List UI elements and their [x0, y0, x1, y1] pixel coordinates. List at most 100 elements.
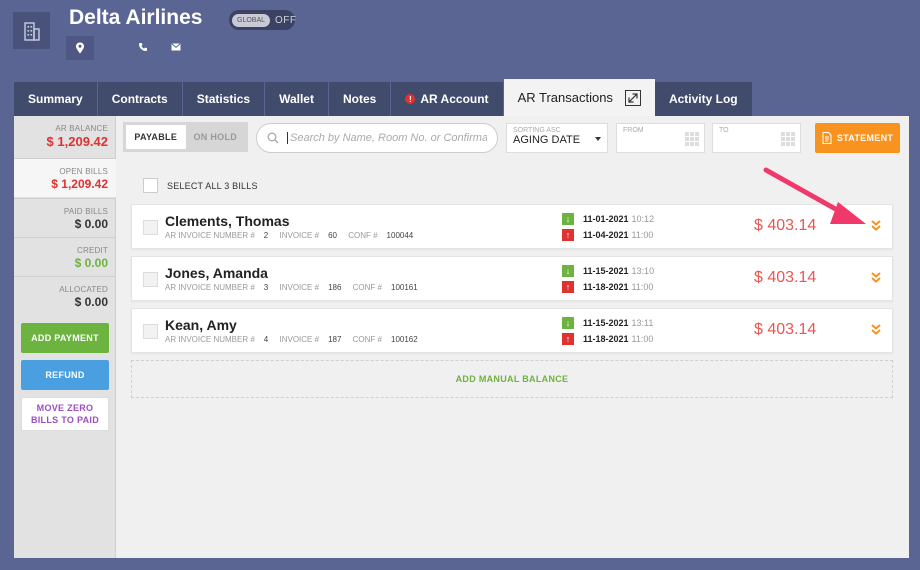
tab-ar-account[interactable]: ! AR Account	[391, 82, 504, 116]
arrival-time: 13:10	[631, 266, 655, 276]
phone-icon[interactable]	[137, 41, 149, 53]
bill-status-segmented: PAYABLE ON HOLD	[123, 122, 248, 152]
arrival-date: 11-01-2021	[583, 214, 629, 224]
departure-row: ↑ 11-18-2021 11:00	[562, 281, 653, 293]
tab-bar: Summary Contracts Statistics Wallet Note…	[14, 79, 753, 116]
arrival-row: ↓ 11-15-2021 13:11	[562, 317, 653, 329]
add-payment-button[interactable]: ADD PAYMENT	[21, 323, 109, 353]
sort-value: AGING DATE	[513, 134, 581, 146]
bill-card[interactable]: Jones, Amanda AR INVOICE NUMBER # 3 INVOI…	[131, 256, 893, 301]
arrival-date: 11-15-2021	[583, 318, 629, 328]
bill-checkbox[interactable]	[143, 324, 158, 339]
invoice-label: INVOICE #	[279, 283, 320, 292]
ar-balance-label: AR BALANCE	[55, 124, 108, 133]
on-hold-tab[interactable]: ON HOLD	[186, 125, 246, 149]
company-avatar	[13, 12, 50, 49]
ar-invoice-label: AR INVOICE NUMBER #	[165, 335, 255, 344]
tab-label: Wallet	[279, 92, 314, 106]
building-icon	[23, 21, 40, 41]
select-all-label: SELECT ALL 3 BILLS	[167, 180, 258, 191]
departure-date: 11-04-2021	[583, 230, 629, 240]
arrival-time: 13:11	[631, 318, 654, 328]
allocated-value: $ 0.00	[74, 295, 108, 309]
mail-icon[interactable]	[170, 41, 182, 53]
tab-statistics[interactable]: Statistics	[182, 82, 266, 116]
conf-label: CONF #	[348, 231, 378, 240]
calendar-icon	[685, 132, 699, 146]
bill-checkbox[interactable]	[143, 272, 158, 287]
calendar-icon	[781, 132, 795, 146]
from-date-field[interactable]: FROM	[616, 123, 705, 153]
arrival-icon: ↓	[562, 213, 574, 225]
departure-icon: ↑	[562, 229, 574, 241]
document-icon	[822, 132, 832, 144]
ar-invoice-number: 2	[263, 231, 269, 240]
departure-icon: ↑	[562, 333, 574, 345]
select-all-checkbox[interactable]	[143, 178, 158, 193]
chevron-double-down-icon[interactable]	[870, 219, 882, 233]
bill-meta: AR INVOICE NUMBER # 2 INVOICE # 60 CONF # 1…	[165, 231, 422, 240]
open-bills-value: $ 1,209.42	[51, 177, 108, 191]
bill-amount: $ 403.14	[754, 321, 817, 338]
invoice-number: 60	[328, 231, 337, 240]
departure-time: 11:00	[631, 282, 654, 292]
select-all[interactable]: SELECT ALL 3 BILLS	[143, 178, 258, 193]
tab-ar-transactions[interactable]: AR Transactions	[503, 79, 655, 116]
bill-card[interactable]: Clements, Thomas AR INVOICE NUMBER # 2 IN…	[131, 204, 893, 249]
credit-label: CREDIT	[77, 246, 108, 255]
invoice-number: 186	[328, 283, 342, 292]
departure-time: 11:00	[631, 334, 654, 344]
arrival-row: ↓ 11-15-2021 13:10	[562, 265, 654, 277]
location-button[interactable]	[66, 36, 94, 60]
company-name: Delta Airlines	[69, 6, 203, 29]
departure-date: 11-18-2021	[583, 334, 629, 344]
open-bills-filter[interactable]: OPEN BILLS $ 1,209.42	[14, 159, 116, 197]
ar-invoice-number: 3	[263, 283, 269, 292]
bill-meta: AR INVOICE NUMBER # 3 INVOICE # 186 CONF #…	[165, 283, 427, 292]
credit-filter[interactable]: CREDIT $ 0.00	[14, 238, 116, 276]
paid-bills-filter[interactable]: PAID BILLS $ 0.00	[14, 199, 116, 237]
tab-label: Statistics	[196, 92, 251, 106]
tab-label: Summary	[28, 92, 83, 106]
alert-icon: !	[405, 94, 416, 104]
tab-contracts[interactable]: Contracts	[97, 82, 183, 116]
ar-invoice-label: AR INVOICE NUMBER #	[165, 231, 255, 240]
chevron-double-down-icon[interactable]	[870, 323, 882, 337]
invoice-number: 187	[328, 335, 342, 344]
bill-checkbox[interactable]	[143, 220, 158, 235]
global-toggle-label: GLOBAL	[232, 13, 271, 27]
conf-label: CONF #	[352, 283, 382, 292]
departure-row: ↑ 11-04-2021 11:00	[562, 229, 653, 241]
ar-balance-value: $ 1,209.42	[46, 134, 108, 149]
sort-label: SORTING ASC	[513, 127, 561, 134]
tab-wallet[interactable]: Wallet	[265, 82, 329, 116]
guest-name: Kean, Amy	[165, 317, 237, 333]
add-manual-balance-button[interactable]: ADD MANUAL BALANCE	[131, 360, 893, 398]
allocated-filter[interactable]: ALLOCATED $ 0.00	[14, 277, 116, 315]
tab-activity-log[interactable]: Activity Log	[654, 82, 753, 116]
paid-bills-label: PAID BILLS	[63, 207, 108, 216]
tab-notes[interactable]: Notes	[328, 82, 392, 116]
search-input[interactable]	[287, 132, 487, 144]
departure-icon: ↑	[562, 281, 574, 293]
conf-number: 100161	[391, 283, 418, 292]
arrival-time: 10:12	[631, 214, 655, 224]
move-zero-bills-button[interactable]: MOVE ZERO BILLS TO PAID	[21, 397, 109, 431]
search-box	[256, 123, 498, 153]
global-toggle[interactable]: GLOBAL OFF	[229, 10, 296, 30]
tab-summary[interactable]: Summary	[14, 82, 98, 116]
refund-button[interactable]: REFUND	[21, 360, 109, 390]
ar-balance: AR BALANCE $ 1,209.42	[14, 124, 116, 149]
invoice-label: INVOICE #	[279, 231, 320, 240]
payable-tab[interactable]: PAYABLE	[126, 125, 186, 149]
sort-select[interactable]: SORTING ASC AGING DATE	[506, 123, 608, 153]
bill-card[interactable]: Kean, Amy AR INVOICE NUMBER # 4 INVOICE #…	[131, 308, 893, 353]
conf-label: CONF #	[352, 335, 382, 344]
search-icon	[267, 132, 279, 144]
chevron-double-down-icon[interactable]	[870, 271, 882, 285]
expand-icon[interactable]	[624, 89, 641, 106]
statement-button[interactable]: STATEMENT	[815, 123, 900, 153]
to-date-field[interactable]: TO	[712, 123, 801, 153]
tab-label: AR Transactions	[517, 90, 613, 105]
allocated-label: ALLOCATED	[59, 285, 108, 294]
